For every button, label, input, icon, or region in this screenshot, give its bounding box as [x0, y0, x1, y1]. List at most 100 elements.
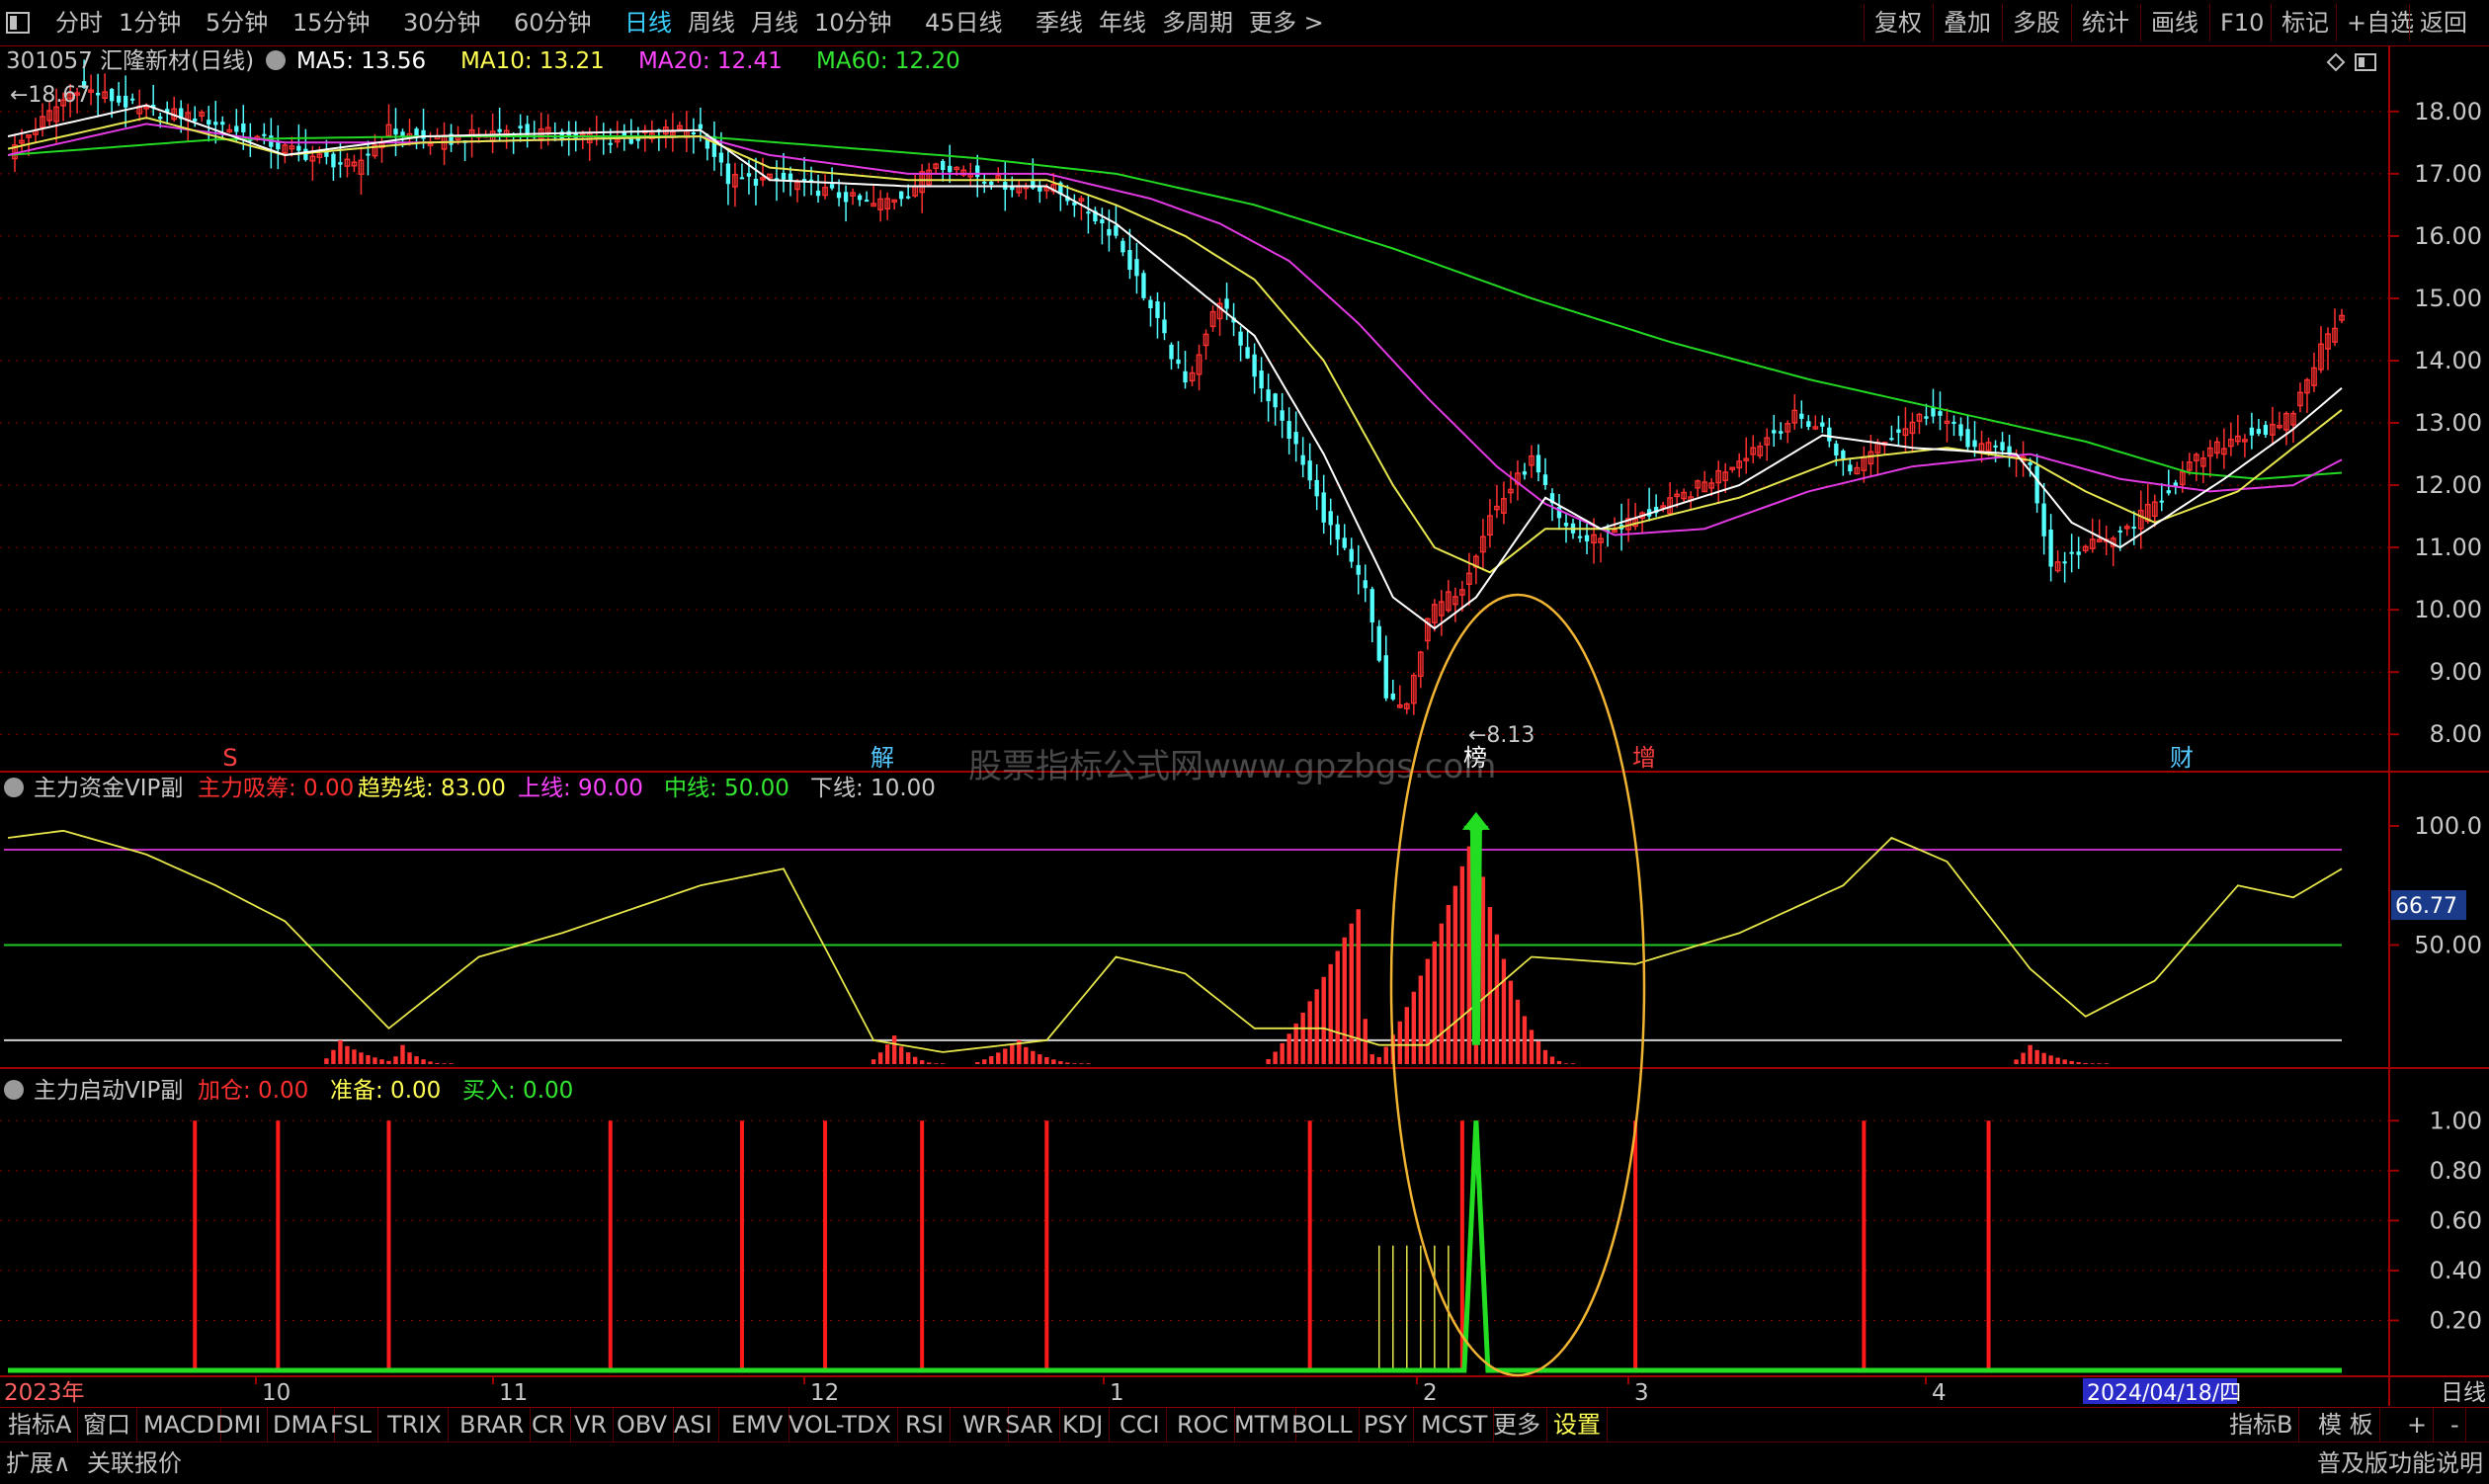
accumulation-bar	[1501, 958, 1507, 1064]
signal-tick-label: 1.00	[2430, 1107, 2482, 1134]
candle-body-down	[608, 142, 613, 145]
candle-body-down	[2131, 527, 2136, 530]
indicator-tab[interactable]: OBV	[611, 1408, 675, 1442]
indicator-tab-right[interactable]: +	[2401, 1408, 2435, 1442]
accumulation-bar	[428, 1061, 433, 1064]
indicator-tab[interactable]: TRIX	[381, 1408, 449, 1442]
candle-body-down	[1155, 301, 1160, 318]
tool-button[interactable]: F10	[2209, 4, 2264, 41]
expand-button[interactable]: 扩展∧	[6, 1446, 71, 1480]
accumulation-bar	[1003, 1048, 1008, 1064]
candle-body-down	[1252, 354, 1257, 377]
period-tab[interactable]: 季线	[1036, 4, 1083, 41]
indicator-tab[interactable]: BRAR	[454, 1408, 532, 1442]
price-tick-label: 11.00	[2414, 534, 2482, 561]
price-tick-label: 15.00	[2414, 285, 2482, 312]
candle-body-down	[698, 124, 704, 129]
period-tab[interactable]: 1分钟	[119, 4, 181, 41]
period-tab[interactable]: 周线	[688, 4, 735, 41]
accumulation-bar	[1349, 923, 1354, 1064]
accumulation-bar	[1522, 1016, 1528, 1064]
candle-body-down	[753, 178, 759, 186]
chevron-down-icon[interactable]	[266, 50, 286, 70]
price-tick-label: 12.00	[2414, 471, 2482, 499]
indicator-tab[interactable]: PSY	[1358, 1408, 1415, 1442]
period-tab[interactable]: 多周期	[1162, 4, 1233, 41]
indicator-tab[interactable]: 更多	[1487, 1408, 1547, 1442]
indicator-tab-right[interactable]: 模 板	[2312, 1408, 2380, 1442]
accumulation-bar	[2041, 1052, 2046, 1064]
accumulation-bar	[352, 1049, 357, 1064]
tool-button[interactable]: 画线	[2140, 4, 2199, 41]
accumulation-bar	[1432, 941, 1438, 1064]
indicator-tab[interactable]: EMV	[725, 1408, 790, 1442]
tool-button[interactable]: 返回	[2409, 4, 2467, 41]
period-tab[interactable]: 年线	[1099, 4, 1146, 41]
accumulation-bar	[975, 1062, 980, 1064]
period-tab[interactable]: 60分钟	[514, 4, 592, 41]
candle-body-down	[1169, 344, 1174, 360]
candle-body-down	[1100, 219, 1105, 223]
candle-body-down	[1134, 259, 1139, 277]
indicator-tab[interactable]: KDJ	[1056, 1408, 1111, 1442]
indicator-tab[interactable]: CR	[526, 1408, 572, 1442]
tool-button[interactable]: 多股	[2002, 4, 2060, 41]
chevron-down-icon[interactable]	[4, 778, 24, 797]
candle-body-down	[1535, 454, 1541, 473]
related-quotes-button[interactable]: 关联报价	[87, 1446, 182, 1480]
menu-icon[interactable]	[6, 4, 32, 41]
period-tab[interactable]: 15分钟	[292, 4, 371, 41]
period-tab[interactable]: 5分钟	[206, 4, 268, 41]
indicator-tab[interactable]: ROC	[1171, 1408, 1236, 1442]
accumulation-bar	[366, 1054, 371, 1064]
tool-button[interactable]: 叠加	[1933, 4, 1991, 41]
indicator-tab-right[interactable]: -	[2445, 1408, 2466, 1442]
tool-button[interactable]: 复权	[1864, 4, 1922, 41]
accumulation-bar	[1044, 1056, 1049, 1064]
indicator-tab[interactable]: BOLL	[1286, 1408, 1360, 1442]
period-tab[interactable]: 10分钟	[814, 4, 892, 41]
period-tab[interactable]: 45日线	[925, 4, 1003, 41]
chevron-down-icon[interactable]	[4, 1080, 24, 1100]
indicator-tab[interactable]: DMI	[209, 1408, 269, 1442]
period-tab[interactable]: 更多 >	[1249, 4, 1324, 41]
tool-button[interactable]: +自选	[2336, 4, 2414, 41]
indicator-tab[interactable]: 窗口	[77, 1408, 137, 1442]
accumulation-bar	[884, 1044, 890, 1064]
price-tick-label: 10.00	[2414, 596, 2482, 623]
tool-button[interactable]: 标记	[2271, 4, 2329, 41]
period-tab[interactable]: 月线	[751, 4, 798, 41]
accumulation-bar	[1293, 1023, 1298, 1064]
accumulation-bar	[338, 1039, 343, 1064]
indicator-tab[interactable]: RSI	[899, 1408, 951, 1442]
period-tab[interactable]: 分时	[55, 4, 103, 41]
indicator-tab[interactable]: 设置	[1547, 1408, 1608, 1442]
indicator-tab[interactable]: CCI	[1114, 1408, 1167, 1442]
indicator-tab[interactable]: 指标A	[2, 1408, 79, 1442]
candle-body-down	[836, 192, 842, 199]
edition-info-link[interactable]: 普及版功能说明	[2317, 1446, 2483, 1480]
ma10-line	[7, 117, 2343, 574]
diamond-icon[interactable]	[2326, 52, 2346, 72]
indicator-tab[interactable]: SAR	[999, 1408, 1060, 1442]
indicator-tab[interactable]: VOL-TDX	[783, 1408, 898, 1442]
tool-button[interactable]: 统计	[2071, 4, 2129, 41]
window-toggle-icon-fill	[2359, 57, 2365, 67]
indicator-tab[interactable]: FSL	[324, 1408, 378, 1442]
legend-item: 加仓: 0.00	[198, 1078, 308, 1104]
indicator-tab[interactable]: ASI	[668, 1408, 719, 1442]
candle-body-down	[989, 181, 994, 186]
candle-body-down	[2263, 425, 2269, 436]
candle-body-down	[1938, 411, 1943, 416]
indicator-tab[interactable]: VR	[568, 1408, 615, 1442]
period-tab[interactable]: 日线	[624, 4, 672, 41]
signal-tick-label: 0.20	[2430, 1306, 2482, 1334]
indicator-tick-label: 50.00	[2414, 931, 2482, 958]
period-tab[interactable]: 30分钟	[403, 4, 481, 41]
candle-body-down	[1314, 479, 1319, 497]
accumulation-bar	[1031, 1050, 1036, 1064]
period-label: 日线	[2441, 1380, 2486, 1406]
indicator-tab-right[interactable]: 指标B	[2223, 1408, 2300, 1442]
indicator-tab[interactable]: MCST	[1415, 1408, 1495, 1442]
accumulation-bar	[989, 1055, 994, 1064]
